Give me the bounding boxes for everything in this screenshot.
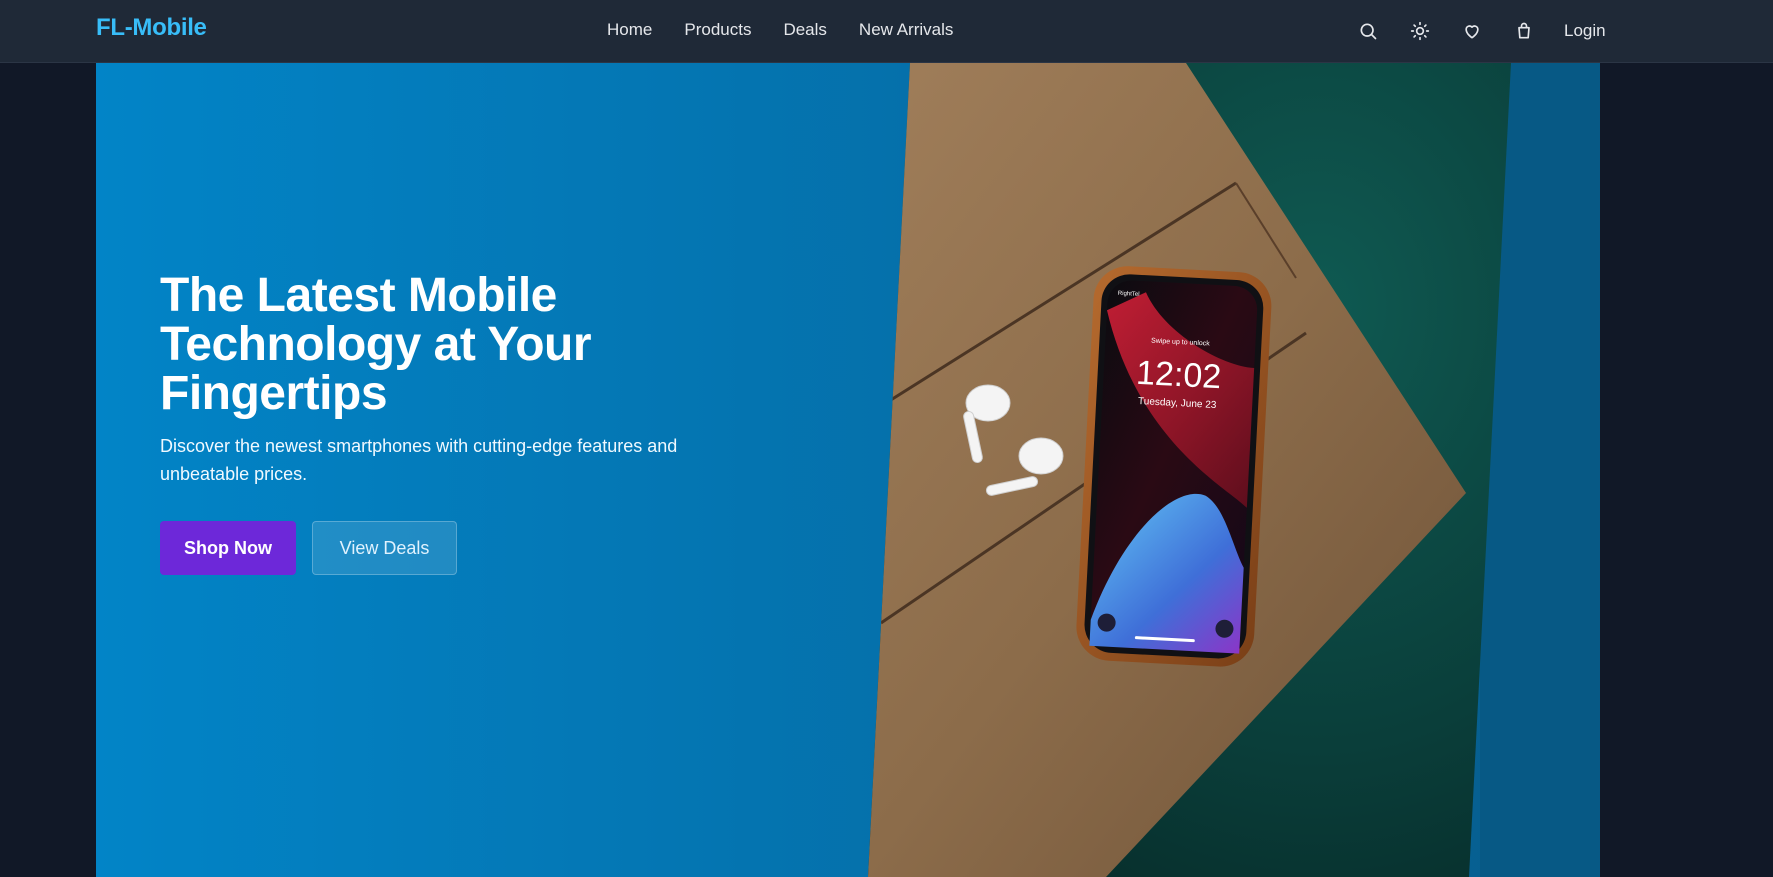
hero-title: The Latest Mobile Technology at Your Fin… xyxy=(160,269,592,420)
heart-icon[interactable] xyxy=(1460,18,1484,44)
svg-text:RightTel: RightTel xyxy=(1118,291,1140,298)
nav-actions: Login xyxy=(1356,18,1606,44)
nav-link-deals[interactable]: Deals xyxy=(783,20,826,40)
brand-logo[interactable]: FL-Mobile xyxy=(96,14,207,42)
search-icon[interactable] xyxy=(1356,18,1380,44)
nav-link-home[interactable]: Home xyxy=(607,20,652,40)
top-navbar: FL-Mobile Home Products Deals New Arriva… xyxy=(0,0,1773,63)
shop-now-button[interactable]: Shop Now xyxy=(160,521,296,575)
view-deals-button[interactable]: View Deals xyxy=(312,521,457,575)
nav-link-products[interactable]: Products xyxy=(684,20,751,40)
hero-subtitle: Discover the newest smartphones with cut… xyxy=(160,436,678,484)
main-nav: Home Products Deals New Arrivals xyxy=(607,20,953,40)
nav-link-new-arrivals[interactable]: New Arrivals xyxy=(859,20,953,40)
shopping-bag-icon[interactable] xyxy=(1512,18,1536,44)
hero-banner: 12:02 Tuesday, June 23 Swipe up to unloc… xyxy=(96,63,1600,877)
sun-icon[interactable] xyxy=(1408,18,1432,44)
login-link[interactable]: Login xyxy=(1564,21,1606,41)
svg-text:12:02: 12:02 xyxy=(1135,354,1222,396)
